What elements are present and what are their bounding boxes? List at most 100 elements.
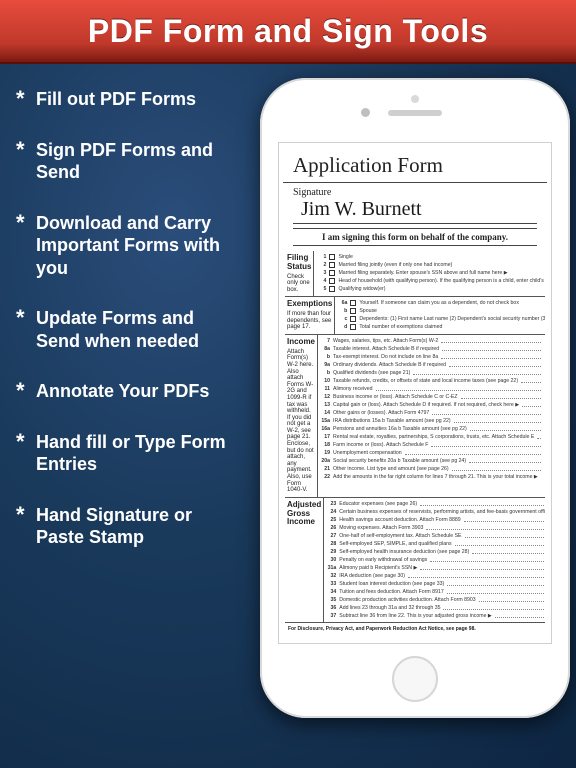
form-line[interactable]: 21Other income. List type and amount (se… xyxy=(320,465,545,473)
checkbox-icon[interactable] xyxy=(329,270,335,276)
line-number: 22 xyxy=(320,474,330,480)
leader-dots xyxy=(452,467,541,471)
leader-dots xyxy=(447,582,545,586)
form-line[interactable]: 16aPensions and annuities 16a b Taxable … xyxy=(320,425,545,433)
leader-dots xyxy=(479,598,545,602)
line-text: Ordinary dividends. Attach Schedule B if… xyxy=(333,362,446,368)
amount-line-number: 15a xyxy=(544,418,545,424)
line-number: 19 xyxy=(320,450,330,456)
line-text: Subtract line 36 from line 22. This is y… xyxy=(339,613,492,619)
leader-dots xyxy=(495,614,545,618)
form-line[interactable]: 6aYourself. If someone can claim you as … xyxy=(337,299,545,307)
line-number: 24 xyxy=(326,509,336,515)
line-number: 9a xyxy=(320,362,330,368)
form-line[interactable]: 8aTaxable interest. Attach Schedule B if… xyxy=(320,345,545,353)
amount-line-number: b xyxy=(544,354,545,360)
signature-value: Jim W. Burnett xyxy=(293,198,422,221)
checkbox-icon[interactable] xyxy=(329,262,335,268)
form-line[interactable]: 13Capital gain or (loss). Attach Schedul… xyxy=(320,401,545,409)
form-line[interactable]: 4Head of household (with qualifying pers… xyxy=(316,277,545,285)
form-line[interactable]: 23Educator expenses (see page 26)23 xyxy=(326,500,545,508)
form-line[interactable]: 34Tuition and fees deduction. Attach For… xyxy=(326,588,545,596)
amount-line-number: 16a xyxy=(544,426,545,432)
form-line[interactable]: 30Penalty on early withdrawal of savings… xyxy=(326,556,545,564)
form-line[interactable]: bTax-exempt interest. Do not include on … xyxy=(320,353,545,361)
camera-dot-icon xyxy=(361,108,370,117)
checkbox-icon[interactable] xyxy=(350,324,356,330)
form-line[interactable]: 28Self-employed SEP, SIMPLE, and qualifi… xyxy=(326,540,545,548)
leader-dots xyxy=(405,451,541,455)
line-number: 17 xyxy=(320,434,330,440)
form-line[interactable]: bQualified dividends (see page 21)b xyxy=(320,369,545,377)
line-number: 25 xyxy=(326,517,336,523)
form-line[interactable]: 32IRA deduction (see page 30)32 xyxy=(326,572,545,580)
section-heading-text: Filing Status xyxy=(287,253,311,271)
form-line[interactable]: 25Health savings account deduction. Atta… xyxy=(326,516,545,524)
form-line[interactable]: 20aSocial security benefits 20a b Taxabl… xyxy=(320,457,545,465)
line-text: Tuition and fees deduction. Attach Form … xyxy=(339,589,444,595)
line-number: 14 xyxy=(320,410,330,416)
checkbox-icon[interactable] xyxy=(350,316,356,322)
amount-line-number: 13 xyxy=(544,402,545,408)
form-line[interactable]: 24Certain business expenses of reservist… xyxy=(326,508,545,516)
form-line[interactable]: 15aIRA distributions 15a b Taxable amoun… xyxy=(320,417,545,425)
form-line[interactable]: 33Student loan interest deduction (see p… xyxy=(326,580,545,588)
amount-line-number: 11 xyxy=(544,386,545,392)
line-number: c xyxy=(337,316,347,322)
form-line[interactable]: 14Other gains or (losses). Attach Form 4… xyxy=(320,409,545,417)
form-line[interactable]: cDependents: (1) First name Last name (2… xyxy=(337,315,545,323)
leader-dots xyxy=(413,371,541,375)
section-heading: Adjusted Gross Income xyxy=(285,498,324,622)
line-text: One-half of self-employment tax. Attach … xyxy=(339,533,461,539)
section-agi: Adjusted Gross Income 23Educator expense… xyxy=(285,498,545,622)
form-line[interactable]: d Total number of exemptions claimed xyxy=(337,323,545,331)
checkbox-icon[interactable] xyxy=(350,300,356,306)
pdf-document[interactable]: Application Form Signature Jim W. Burnet… xyxy=(283,147,547,639)
leader-dots xyxy=(522,403,541,407)
checkbox-icon[interactable] xyxy=(329,254,335,260)
signature-field[interactable]: Jim W. Burnett xyxy=(293,198,537,224)
checkbox-icon[interactable] xyxy=(329,278,335,284)
form-line[interactable]: 19Unemployment compensation19 xyxy=(320,449,545,457)
feature-item: Annotate Your PDFs xyxy=(16,380,242,403)
line-number: 27 xyxy=(326,533,336,539)
form-line[interactable]: bSpouse xyxy=(337,307,545,315)
leader-dots xyxy=(465,534,546,538)
line-number: b xyxy=(320,354,330,360)
form-line[interactable]: 1Single xyxy=(316,253,545,261)
section-heading-text: Exemptions xyxy=(287,299,332,308)
leader-dots xyxy=(470,427,541,431)
line-text: Farm income or (loss). Attach Schedule F xyxy=(333,442,428,448)
checkbox-icon[interactable] xyxy=(329,286,335,292)
form-line[interactable]: 22Add the amounts in the far right colum… xyxy=(320,473,545,481)
leader-dots xyxy=(426,526,545,530)
section-heading: Exemptions If more than four dependents,… xyxy=(285,297,335,334)
line-text: Moving expenses. Attach Form 3903 xyxy=(339,525,423,531)
line-number: 26 xyxy=(326,525,336,531)
form-line[interactable]: 35Domestic production activities deducti… xyxy=(326,596,545,604)
leader-dots xyxy=(441,355,541,359)
line-number: 10 xyxy=(320,378,330,384)
form-line[interactable]: 3Married filing separately. Enter spouse… xyxy=(316,269,545,277)
form-line[interactable]: 31aAlimony paid b Recipient's SSN ▶31a xyxy=(326,564,545,572)
form-line[interactable]: 17Rental real estate, royalties, partner… xyxy=(320,433,545,441)
leader-dots xyxy=(432,411,541,415)
form-line[interactable]: 37Subtract line 36 from line 22. This is… xyxy=(326,612,545,620)
form-line[interactable]: 11Alimony received11 xyxy=(320,385,545,393)
form-line[interactable]: 27One-half of self-employment tax. Attac… xyxy=(326,532,545,540)
checkbox-icon[interactable] xyxy=(350,308,356,314)
line-number: d xyxy=(337,324,347,330)
form-line[interactable]: 18Farm income or (loss). Attach Schedule… xyxy=(320,441,545,449)
form-line[interactable]: 29Self-employed health insurance deducti… xyxy=(326,548,545,556)
form-line[interactable]: 2Married filing jointly (even if only on… xyxy=(316,261,545,269)
form-line[interactable]: 12Business income or (loss). Attach Sche… xyxy=(320,393,545,401)
form-line[interactable]: 10Taxable refunds, credits, or offsets o… xyxy=(320,377,545,385)
feature-item: Download and Carry Important Forms with … xyxy=(16,212,242,280)
line-text: Other income. List type and amount (see … xyxy=(333,466,449,472)
line-text: Total number of exemptions claimed xyxy=(359,324,442,330)
form-line[interactable]: 7Wages, salaries, tips, etc. Attach Form… xyxy=(320,337,545,345)
form-line[interactable]: 36Add lines 23 through 31a and 32 throug… xyxy=(326,604,545,612)
form-line[interactable]: 5Qualifying widow(er) xyxy=(316,285,545,293)
form-line[interactable]: 26Moving expenses. Attach Form 390326 xyxy=(326,524,545,532)
form-line[interactable]: 9aOrdinary dividends. Attach Schedule B … xyxy=(320,361,545,369)
